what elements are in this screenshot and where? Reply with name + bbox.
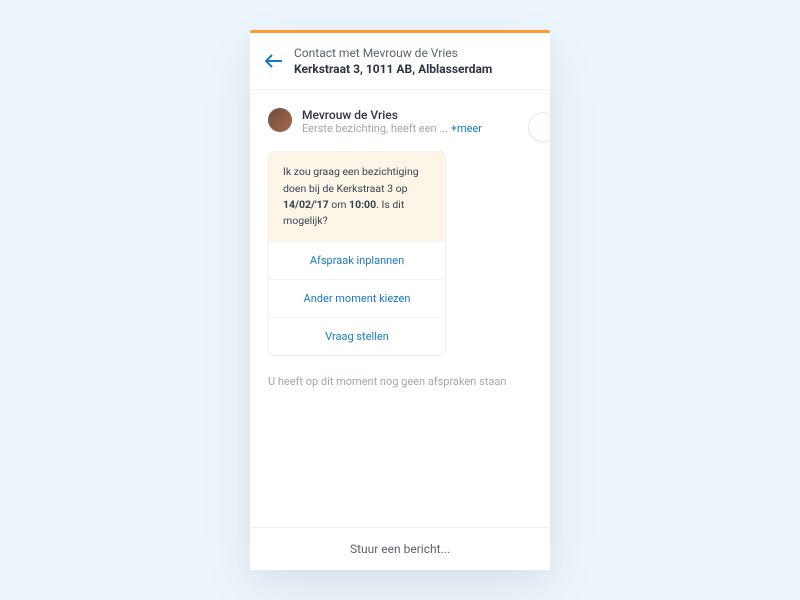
- header-title: Contact met Mevrouw de Vries: [294, 45, 492, 61]
- status-text: U heeft op dit moment nog geen afspraken…: [268, 374, 532, 391]
- arrow-left-icon: [265, 54, 283, 68]
- floating-action-button[interactable]: [528, 112, 550, 142]
- contact-preview: Eerste bezichting, heeft een ... +meer: [302, 122, 532, 135]
- message-input[interactable]: Stuur een bericht...: [250, 527, 550, 570]
- preview-text: Eerste bezichting, heeft een ...: [302, 122, 448, 135]
- content-area: Mevrouw de Vries Eerste bezichting, heef…: [250, 90, 550, 527]
- schedule-action[interactable]: Afspraak inplannen: [269, 241, 445, 279]
- msg-mid: om: [329, 198, 349, 211]
- more-link[interactable]: +meer: [451, 122, 482, 135]
- ask-question-action[interactable]: Vraag stellen: [269, 317, 445, 355]
- msg-time: 10:00: [349, 198, 376, 211]
- header-subtitle: Kerkstraat 3, 1011 AB, Alblasserdam: [294, 61, 492, 77]
- msg-pre: Ik zou graag een bezichtiging doen bij d…: [283, 165, 419, 194]
- contact-name: Mevrouw de Vries: [302, 108, 532, 122]
- avatar: [268, 108, 292, 132]
- contact-row: Mevrouw de Vries Eerste bezichting, heef…: [268, 108, 532, 135]
- other-time-action[interactable]: Ander moment kiezen: [269, 279, 445, 317]
- header-text: Contact met Mevrouw de Vries Kerkstraat …: [294, 45, 492, 77]
- message-card: Ik zou graag een bezichtiging doen bij d…: [268, 151, 446, 356]
- message-body: Ik zou graag een bezichtiging doen bij d…: [269, 152, 445, 241]
- back-button[interactable]: [264, 51, 284, 71]
- contact-info: Mevrouw de Vries Eerste bezichting, heef…: [302, 108, 532, 135]
- header: Contact met Mevrouw de Vries Kerkstraat …: [250, 33, 550, 90]
- msg-date: 14/02/'17: [283, 198, 329, 211]
- app-screen: Contact met Mevrouw de Vries Kerkstraat …: [250, 30, 550, 570]
